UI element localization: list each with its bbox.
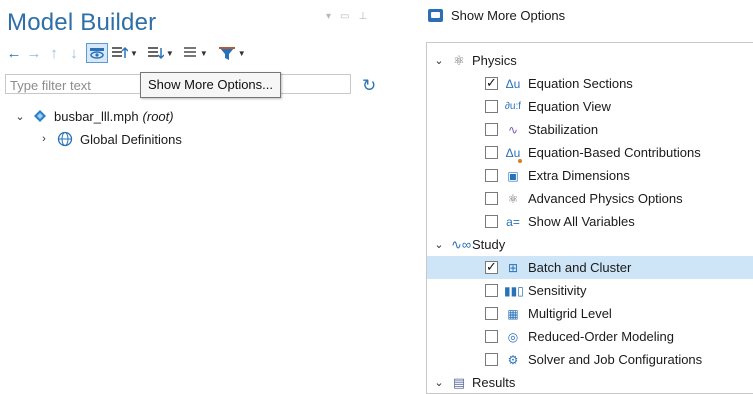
chevron-right-icon[interactable]: › bbox=[38, 133, 50, 145]
group-physics[interactable]: ⌄ ⚛ Physics bbox=[427, 49, 753, 72]
option-show-all-variables[interactable]: a= Show All Variables bbox=[427, 210, 753, 233]
checkbox[interactable] bbox=[485, 169, 498, 182]
dialog-icon bbox=[428, 9, 443, 22]
panel-title: Model Builder bbox=[7, 9, 157, 36]
checkbox[interactable] bbox=[485, 307, 498, 320]
chevron-down-icon[interactable]: ⌄ bbox=[14, 110, 26, 123]
dialog-title-bar: Show More Options bbox=[428, 8, 565, 23]
forward-arrow-icon[interactable]: → bbox=[26, 43, 42, 63]
globe-icon bbox=[57, 131, 73, 147]
chevron-down-icon[interactable]: ⌄ bbox=[433, 376, 445, 389]
option-label: Solver and Job Configurations bbox=[528, 352, 703, 367]
root-tag: (root) bbox=[142, 108, 174, 124]
checkbox[interactable] bbox=[485, 259, 498, 275]
tree-item-root[interactable]: ⌄ busbar_lll.mph (root) bbox=[14, 106, 174, 126]
collapse-icon bbox=[147, 47, 164, 60]
option-label: Reduced-Order Modeling bbox=[528, 329, 674, 344]
option-label: Show All Variables bbox=[528, 214, 635, 229]
back-arrow-icon[interactable]: ← bbox=[6, 43, 22, 63]
delta-u-orange-icon: Δu bbox=[504, 146, 522, 163]
option-solver-and-job-configurations[interactable]: ⚙ Solver and Job Configurations bbox=[427, 348, 753, 371]
chevron-down-icon[interactable]: ⌄ bbox=[433, 54, 445, 67]
physics-icon: ⚛ bbox=[453, 52, 465, 68]
study-icon: ∿∞ bbox=[451, 236, 472, 252]
view-menu-icon[interactable]: ▾ bbox=[326, 12, 331, 22]
model-file-icon bbox=[34, 110, 46, 122]
option-label: Extra Dimensions bbox=[528, 168, 630, 183]
batch-cluster-icon: ⊞ bbox=[507, 260, 519, 275]
chevron-down-icon[interactable]: ⌄ bbox=[433, 238, 445, 251]
sensitivity-icon: ▮▮▯ bbox=[504, 283, 524, 298]
down-arrow-icon[interactable]: ↓ bbox=[66, 43, 82, 63]
pin-icon[interactable]: ⊥ bbox=[358, 12, 367, 22]
group-study[interactable]: ⌄ ∿∞ Study bbox=[427, 233, 753, 256]
physics-icon: ⚛ bbox=[507, 191, 519, 206]
group-label: Study bbox=[472, 237, 506, 252]
option-equation-based-contributions[interactable]: Δu Equation-Based Contributions bbox=[427, 141, 753, 164]
list-view-button[interactable]: ▼ bbox=[183, 46, 208, 60]
group-label: Results bbox=[472, 375, 516, 390]
expand-icon bbox=[112, 46, 128, 58]
show-more-options-icon bbox=[90, 48, 104, 59]
option-label: Stabilization bbox=[528, 122, 599, 137]
tree-item-label: busbar_lll.mph bbox=[54, 108, 139, 124]
checkbox[interactable] bbox=[485, 100, 498, 113]
group-label: Physics bbox=[472, 53, 517, 68]
option-batch-and-cluster[interactable]: ⊞ Batch and Cluster bbox=[427, 256, 753, 279]
checkbox[interactable] bbox=[485, 75, 498, 91]
stabilization-icon: ∿ bbox=[507, 122, 519, 137]
group-results[interactable]: ⌄ ▤ Results bbox=[427, 371, 753, 394]
option-label: Batch and Cluster bbox=[528, 260, 632, 275]
option-equation-sections[interactable]: Δu Equation Sections bbox=[427, 72, 753, 95]
checkbox[interactable] bbox=[485, 192, 498, 205]
variables-icon: a= bbox=[506, 214, 520, 229]
tooltip: Show More Options... bbox=[140, 72, 281, 98]
option-label: Sensitivity bbox=[528, 283, 587, 298]
delta-u-icon: Δu bbox=[505, 76, 521, 91]
filter-input[interactable] bbox=[6, 75, 144, 95]
show-more-options-button[interactable] bbox=[86, 43, 108, 63]
option-label: Equation-Based Contributions bbox=[528, 145, 701, 160]
equation-view-icon: ∂u:f bbox=[504, 101, 522, 112]
up-arrow-icon[interactable]: ↑ bbox=[46, 43, 62, 63]
checkbox[interactable] bbox=[485, 353, 498, 366]
checkbox[interactable] bbox=[485, 215, 498, 228]
filter-funnel-icon bbox=[218, 47, 235, 60]
extra-dimensions-icon: ▣ bbox=[507, 168, 519, 183]
list-view-icon bbox=[183, 47, 196, 57]
model-builder-panel: Model Builder ▾ ▭ ⊥ ← → ↑ ↓ ▼ ▼ ▼ ▼ Type… bbox=[0, 0, 380, 394]
option-multigrid-level[interactable]: ▦ Multigrid Level bbox=[427, 302, 753, 325]
expand-button[interactable]: ▼ bbox=[112, 46, 138, 60]
checkbox[interactable] bbox=[485, 284, 498, 297]
filter-button[interactable]: ▼ bbox=[218, 45, 246, 61]
option-label: Multigrid Level bbox=[528, 306, 612, 321]
results-icon: ▤ bbox=[452, 374, 466, 390]
solver-config-icon: ⚙ bbox=[507, 352, 519, 367]
checkbox[interactable] bbox=[485, 123, 498, 136]
option-reduced-order-modeling[interactable]: ◎ Reduced-Order Modeling bbox=[427, 325, 753, 348]
option-stabilization[interactable]: ∿ Stabilization bbox=[427, 118, 753, 141]
window-controls: ▾ ▭ ⊥ bbox=[326, 12, 367, 22]
tree-item-global-definitions[interactable]: › Global Definitions bbox=[38, 129, 182, 149]
option-sensitivity[interactable]: ▮▮▯ Sensitivity bbox=[427, 279, 753, 302]
minimize-icon[interactable]: ▭ bbox=[340, 12, 349, 22]
refresh-icon[interactable]: ↻ bbox=[362, 76, 376, 96]
option-label: Equation View bbox=[528, 99, 611, 114]
option-advanced-physics-options[interactable]: ⚛ Advanced Physics Options bbox=[427, 187, 753, 210]
multigrid-icon: ▦ bbox=[507, 306, 519, 321]
reduced-order-icon: ◎ bbox=[507, 329, 519, 344]
tree-item-label: Global Definitions bbox=[80, 131, 182, 147]
checkbox[interactable] bbox=[485, 146, 498, 159]
checkbox[interactable] bbox=[485, 330, 498, 343]
option-equation-view[interactable]: ∂u:f Equation View bbox=[427, 95, 753, 118]
dialog-title: Show More Options bbox=[451, 8, 566, 23]
collapse-button[interactable]: ▼ bbox=[147, 46, 174, 60]
options-tree: ⌄ ⚛ Physics Δu Equation Sections ∂u:f Eq… bbox=[426, 42, 753, 394]
model-builder-toolbar: ← → ↑ ↓ ▼ ▼ ▼ ▼ bbox=[6, 42, 256, 64]
option-label: Equation Sections bbox=[528, 76, 633, 91]
option-extra-dimensions[interactable]: ▣ Extra Dimensions bbox=[427, 164, 753, 187]
option-label: Advanced Physics Options bbox=[528, 191, 683, 206]
